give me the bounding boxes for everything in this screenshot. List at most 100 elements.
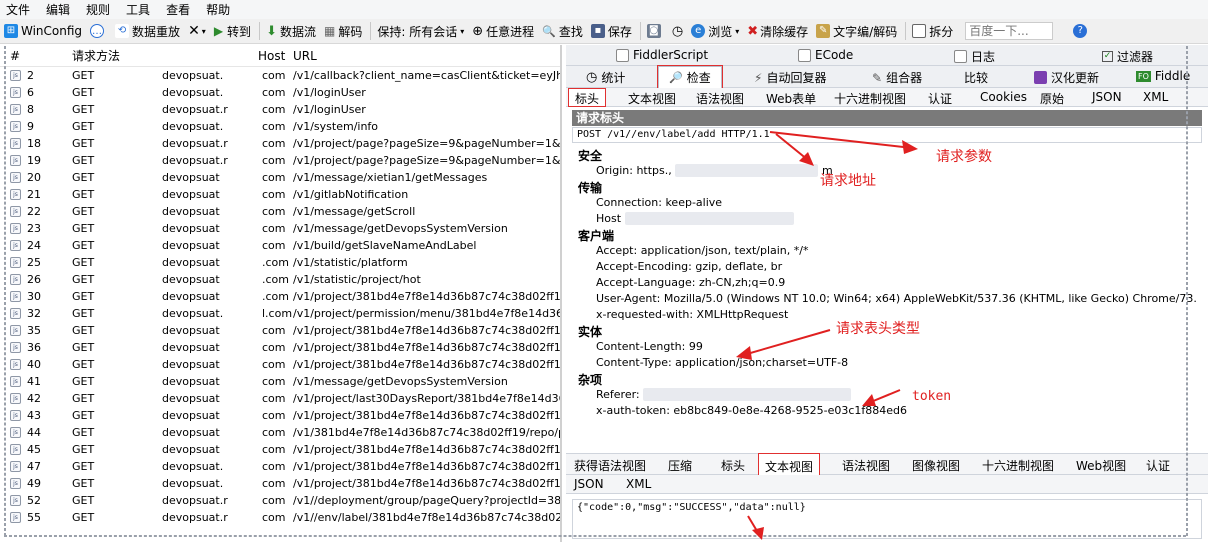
tab-log[interactable]: 日志: [954, 48, 995, 65]
table-row[interactable]: js 35 GET devopsuat com/v1/project/381bd4e7f…: [0, 322, 560, 339]
table-row[interactable]: js 26 GET devopsuat .com/v1/statistic/projec…: [0, 271, 560, 288]
decode-button[interactable]: ▦ 解码: [324, 23, 362, 40]
response-body[interactable]: {"code":0,"msg":"SUCCESS","data":null}: [572, 499, 1202, 539]
col-num[interactable]: #: [10, 49, 20, 63]
resp-tab-imageview[interactable]: 图像视图: [912, 457, 960, 474]
browse-button[interactable]: e 浏览 ▾: [691, 23, 739, 40]
col-method[interactable]: 请求方法: [72, 47, 120, 64]
table-row[interactable]: js 49 GET devopsuat. com/v1/project/381bd4e7…: [0, 475, 560, 492]
remove-button[interactable]: ✕ ▾: [188, 23, 206, 39]
text-encode-button[interactable]: ✎ 文字编/解码: [816, 23, 897, 40]
menu-help[interactable]: 帮助: [206, 1, 230, 18]
resp-tab-compress[interactable]: 压缩: [668, 457, 692, 474]
row-method: GET: [72, 120, 95, 133]
group-transport[interactable]: 传输: [578, 179, 602, 196]
tab-fiddle[interactable]: FO Fiddle: [1136, 69, 1190, 83]
table-row[interactable]: js 19 GET devopsuat.r com/v1/project/page?pa…: [0, 152, 560, 169]
row-method: GET: [72, 375, 95, 388]
menu-edit[interactable]: 编辑: [46, 1, 70, 18]
stream-button[interactable]: ⬇ 数据流: [266, 23, 316, 40]
timer-button[interactable]: ◷: [672, 24, 683, 39]
table-row[interactable]: js 45 GET devopsuat com/v1/project/381bd4e7f…: [0, 441, 560, 458]
subtab-cookies[interactable]: Cookies: [980, 90, 1027, 104]
tab-composer[interactable]: ✎ 组合器: [872, 69, 922, 86]
table-row[interactable]: js 44 GET devopsuat com/v1/381bd4e7f8e14d36b…: [0, 424, 560, 441]
subtab-textview[interactable]: 文本视图: [628, 90, 676, 107]
menu-rules[interactable]: 规则: [86, 1, 110, 18]
table-row[interactable]: js 47 GET devopsuat. com/v1/project/381bd4e7…: [0, 458, 560, 475]
comment-button[interactable]: …: [90, 24, 107, 38]
find-button[interactable]: 🔍 查找: [542, 23, 583, 40]
split-button[interactable]: 拆分: [912, 23, 953, 40]
subtab-webforms[interactable]: Web表单: [766, 90, 816, 107]
row-method: GET: [72, 341, 95, 354]
subtab-syntaxview[interactable]: 语法视图: [696, 90, 744, 107]
subtab-auth[interactable]: 认证: [928, 90, 952, 107]
table-row[interactable]: js 20 GET devopsuat com/v1/message/xietian1/…: [0, 169, 560, 186]
table-row[interactable]: js 52 GET devopsuat.r com/v1//deployment/gro…: [0, 492, 560, 509]
row-host-suffix: com: [262, 392, 286, 405]
table-row[interactable]: js 25 GET devopsuat .com/v1/statistic/platfo…: [0, 254, 560, 271]
col-url[interactable]: URL: [293, 49, 317, 63]
keep-sessions-select[interactable]: 保持: 所有会话 ▾: [377, 23, 464, 40]
resp-tab-hexview[interactable]: 十六进制视图: [982, 457, 1054, 474]
replay-button[interactable]: ⟲ 数据重放: [115, 23, 180, 40]
table-row[interactable]: js 21 GET devopsuat com/v1/gitlabNotificatio…: [0, 186, 560, 203]
help-icon[interactable]: ?: [1073, 24, 1088, 38]
process-filter-button[interactable]: ⊕ 任意进程: [472, 23, 534, 40]
subtab-json[interactable]: JSON: [1092, 90, 1122, 104]
table-row[interactable]: js 42 GET devopsuat com/v1/project/last30Day…: [0, 390, 560, 407]
clear-cache-button[interactable]: ✖ 清除缓存: [747, 23, 808, 40]
subtab-xml[interactable]: XML: [1143, 90, 1168, 104]
resp-tab-get-syntax[interactable]: 获得语法视图: [574, 457, 646, 474]
table-row[interactable]: js 22 GET devopsuat com/v1/message/getScroll: [0, 203, 560, 220]
subtab-headers[interactable]: 标头: [568, 88, 607, 107]
group-client[interactable]: 客户端: [578, 227, 614, 244]
table-row[interactable]: js 2 GET devopsuat. com/v1/callback?client_n…: [0, 67, 560, 84]
resp-tab-headers[interactable]: 标头: [721, 457, 745, 474]
table-row[interactable]: js 55 GET devopsuat.r com/v1//env/label/381b…: [0, 509, 560, 526]
table-row[interactable]: js 24 GET devopsuat com/v1/build/getSlaveNam…: [0, 237, 560, 254]
table-row[interactable]: js 41 GET devopsuat com/v1/message/getDevops…: [0, 373, 560, 390]
group-entity[interactable]: 实体: [578, 323, 602, 340]
menu-file[interactable]: 文件: [6, 1, 30, 18]
search-input[interactable]: 百度一下...: [965, 22, 1054, 40]
table-row[interactable]: js 36 GET devopsuat com/v1/project/381bd4e7f…: [0, 339, 560, 356]
tab-compare[interactable]: 比较: [964, 69, 988, 86]
group-security[interactable]: 安全: [578, 147, 602, 164]
tab-filters[interactable]: ✓ 过滤器: [1102, 48, 1153, 65]
table-row[interactable]: js 32 GET devopsuat. l.com/v1/project/permis…: [0, 305, 560, 322]
group-misc[interactable]: 杂项: [578, 371, 602, 388]
tab-hanhua[interactable]: 汉化更新: [1034, 69, 1099, 86]
go-button[interactable]: ▶ 转到: [214, 23, 251, 40]
selection-border-right: [1186, 46, 1188, 536]
tab-stats[interactable]: ◷ 统计: [586, 69, 625, 86]
save-button[interactable]: ▪ 保存: [590, 23, 632, 40]
col-host[interactable]: Host: [258, 49, 285, 63]
table-row[interactable]: js 23 GET devopsuat com/v1/message/getDevops…: [0, 220, 560, 237]
tab-ecode[interactable]: ECode: [798, 48, 853, 62]
chevron-down-icon: ▾: [201, 26, 206, 36]
menu-tools[interactable]: 工具: [126, 1, 150, 18]
table-row[interactable]: js 43 GET devopsuat com/v1/project/381bd4e7f…: [0, 407, 560, 424]
table-row[interactable]: js 18 GET devopsuat.r com/v1/project/page?pa…: [0, 135, 560, 152]
resp-tab-auth[interactable]: 认证: [1146, 457, 1170, 474]
menu-view[interactable]: 查看: [166, 1, 190, 18]
resp-tab-xml[interactable]: XML: [626, 477, 651, 491]
resp-tab-json[interactable]: JSON: [574, 477, 604, 491]
subtab-raw[interactable]: 原始: [1040, 90, 1064, 107]
resp-tab-syntaxview[interactable]: 语法视图: [842, 457, 890, 474]
tab-fiddlerscript[interactable]: FiddlerScript: [616, 48, 708, 62]
resp-tab-webview[interactable]: Web视图: [1076, 457, 1126, 474]
table-row[interactable]: js 30 GET devopsuat .com/v1/project/381bd4e7…: [0, 288, 560, 305]
winconfig-button[interactable]: ⊞ WinConfig: [4, 24, 82, 38]
table-row[interactable]: js 8 GET devopsuat.r com/v1/loginUser: [0, 101, 560, 118]
screenshot-button[interactable]: ◙: [646, 24, 664, 38]
tab-autoresponder[interactable]: ⚡ 自动回复器: [754, 69, 826, 86]
table-row[interactable]: js 40 GET devopsuat com/v1/project/381bd4e7f…: [0, 356, 560, 373]
subtab-hexview[interactable]: 十六进制视图: [834, 90, 906, 107]
row-url: /v1/message/getDevopsSystemVersion: [293, 375, 508, 388]
tab-inspect[interactable]: 🔎 检查: [657, 65, 723, 89]
table-row[interactable]: js 6 GET devopsuat. com/v1/loginUser: [0, 84, 560, 101]
table-row[interactable]: js 9 GET devopsuat. com/v1/system/info: [0, 118, 560, 135]
